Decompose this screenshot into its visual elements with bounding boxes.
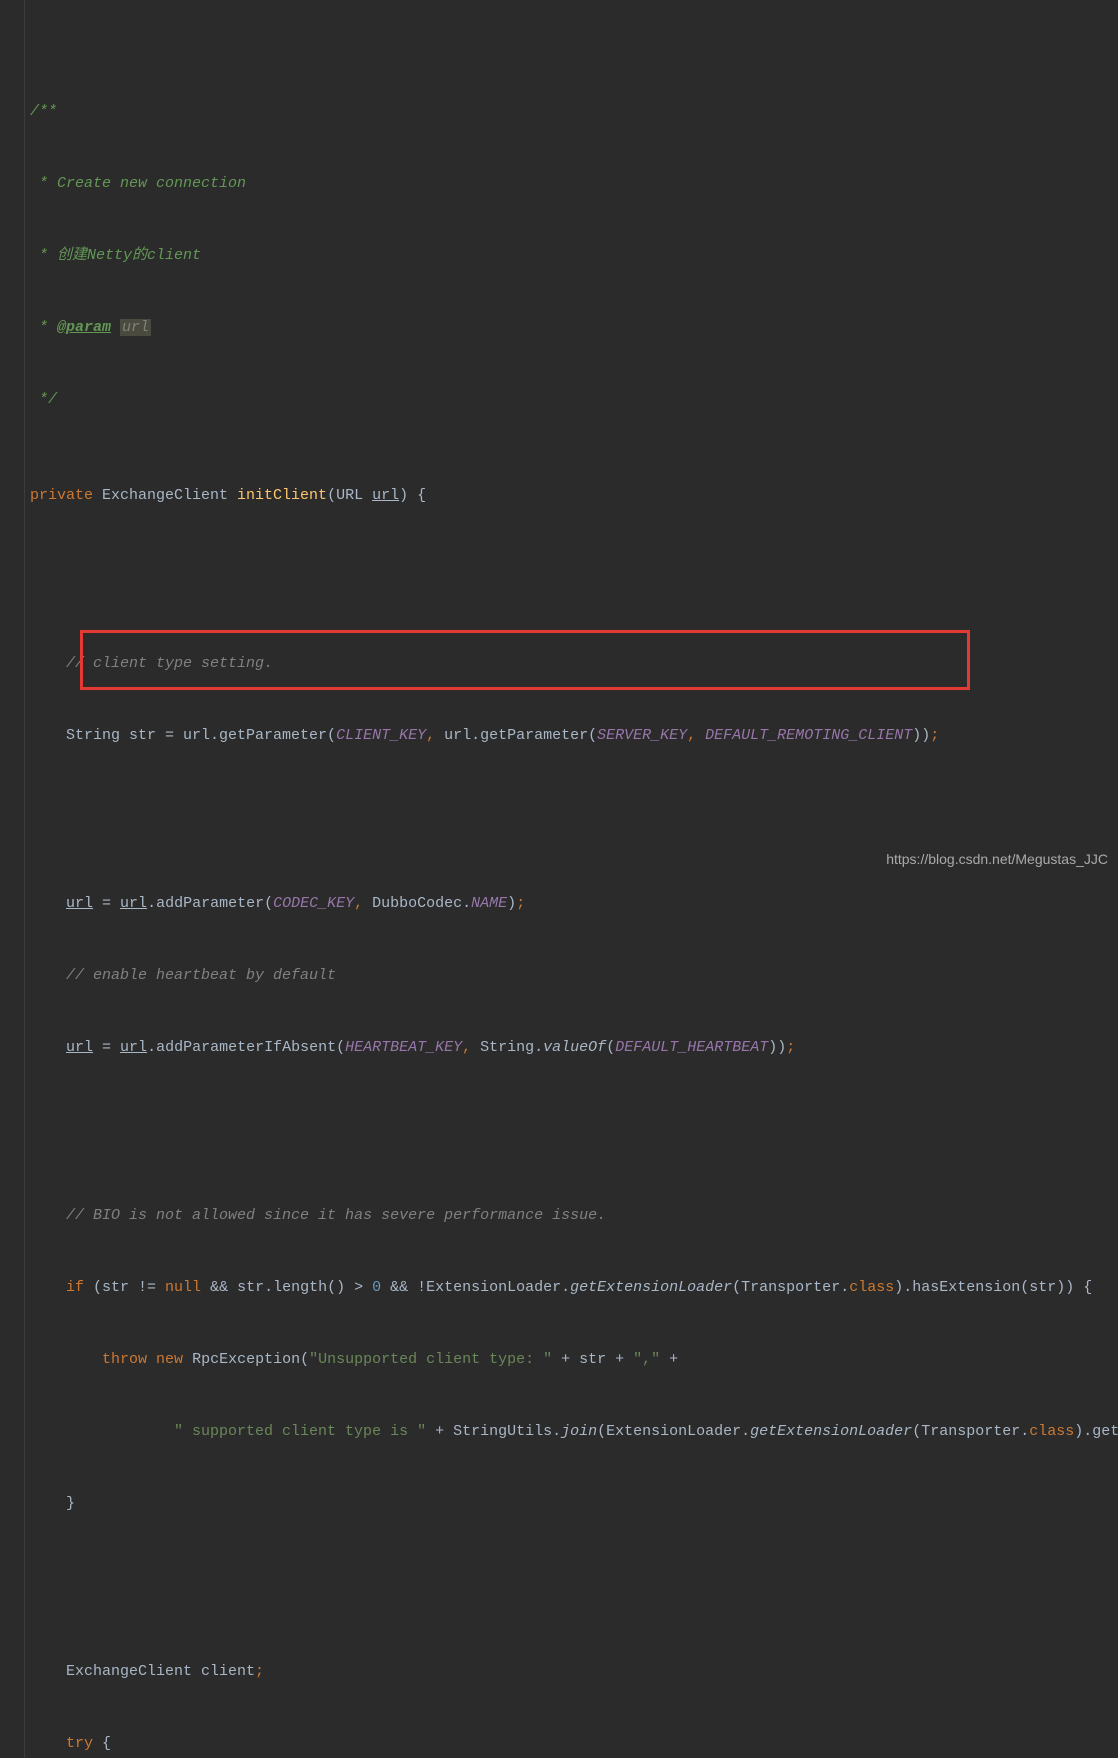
code-line: url = url.addParameter(CODEC_KEY, DubboC… xyxy=(0,892,1118,916)
code-line: throw new RpcException("Unsupported clie… xyxy=(0,1348,1118,1372)
brace: } xyxy=(66,1495,75,1512)
doc-param-name: url xyxy=(120,319,151,336)
code-line: " supported client type is " + StringUti… xyxy=(0,1420,1118,1444)
watermark: https://blog.csdn.net/Megustas_JJC xyxy=(886,847,1108,871)
code-line: ExchangeClient client; xyxy=(0,1660,1118,1684)
doc-line: * xyxy=(30,319,57,336)
doc-line: * 创建Netty的client xyxy=(30,247,201,264)
comment: // enable heartbeat by default xyxy=(66,967,336,984)
code-line: String str = url.getParameter(CLIENT_KEY… xyxy=(0,724,1118,748)
code-line: url = url.addParameterIfAbsent(HEARTBEAT… xyxy=(0,1036,1118,1060)
comment: // client type setting. xyxy=(66,655,273,672)
method-signature: private ExchangeClient initClient(URL ur… xyxy=(0,484,1118,508)
doc-line: /** xyxy=(30,103,57,120)
comment: // BIO is not allowed since it has sever… xyxy=(66,1207,606,1224)
code-editor[interactable]: /** * Create new connection * 创建Netty的cl… xyxy=(0,0,1118,1758)
code-line: try { xyxy=(0,1732,1118,1756)
doc-line: * Create new connection xyxy=(30,175,246,192)
doc-param-tag: @param xyxy=(57,319,111,336)
doc-line: */ xyxy=(30,391,57,408)
code-line: if (str != null && str.length() > 0 && !… xyxy=(0,1276,1118,1300)
